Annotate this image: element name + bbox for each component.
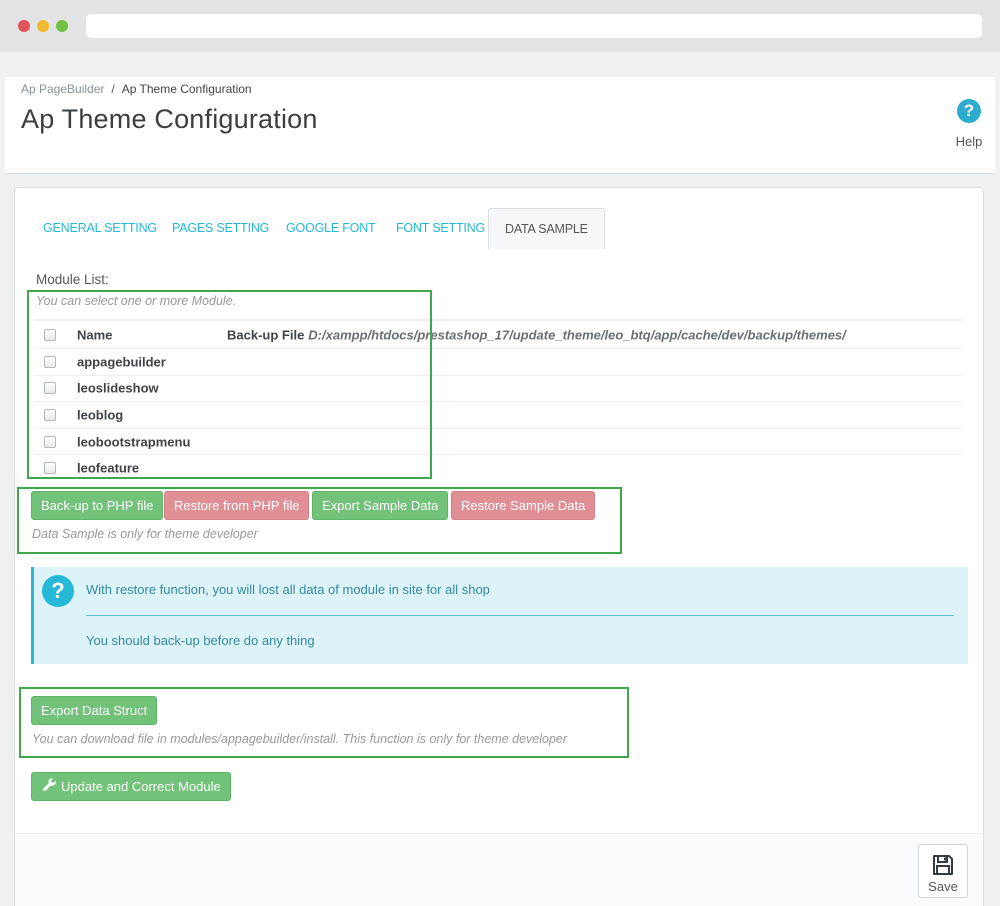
question-circle-icon: ? [957,99,981,123]
update-correct-module-button[interactable]: Update and Correct Module [31,772,231,801]
save-button[interactable]: Save [918,844,968,898]
breadcrumb-separator: / [111,82,115,96]
page-title: Ap Theme Configuration [21,104,318,134]
tab-pages-setting[interactable]: PAGES SETTING [172,208,269,249]
browser-toolbar [0,0,1000,52]
alert-line-restore: With restore function, you will lost all… [86,582,490,597]
alert-divider [86,615,954,616]
save-label: Save [928,879,958,894]
module-list-label: Module List: [36,272,109,287]
wrench-icon [43,773,56,800]
alert-line-backup: You should back-up before do any thing [86,633,315,648]
tab-font-setting[interactable]: FONT SETTING [396,208,485,249]
window-close-dot[interactable] [18,20,30,32]
config-panel: GENERAL SETTING PAGES SETTING GOOGLE FON… [14,187,984,906]
help-button[interactable]: ? Help [956,99,982,149]
window-minimize-dot[interactable] [37,20,49,32]
breadcrumb: Ap PageBuilder / Ap Theme Configuration [21,82,252,96]
breadcrumb-current: Ap Theme Configuration [121,82,252,96]
tab-data-sample[interactable]: DATA SAMPLE [488,208,605,249]
highlight-frame-struct [19,687,629,758]
help-label: Help [955,134,983,149]
page-header: Ap PageBuilder / Ap Theme Configuration Ap… [5,77,995,174]
tab-google-font[interactable]: GOOGLE FONT [286,208,376,249]
tab-general-setting[interactable]: GENERAL SETTING [43,208,157,249]
highlight-frame-actions [17,487,622,554]
breadcrumb-parent-link[interactable]: Ap PageBuilder [21,82,104,96]
tab-bar: GENERAL SETTING PAGES SETTING GOOGLE FON… [25,208,973,249]
highlight-frame-modules [27,290,432,479]
update-module-label: Update and Correct Module [61,779,221,794]
window-maximize-dot[interactable] [56,20,68,32]
address-bar[interactable] [86,14,982,38]
question-circle-icon: ? [42,575,74,607]
restore-warning-alert: ? With restore function, you will lost a… [31,567,968,664]
panel-footer: Save [15,833,983,906]
floppy-disk-icon [933,855,953,875]
